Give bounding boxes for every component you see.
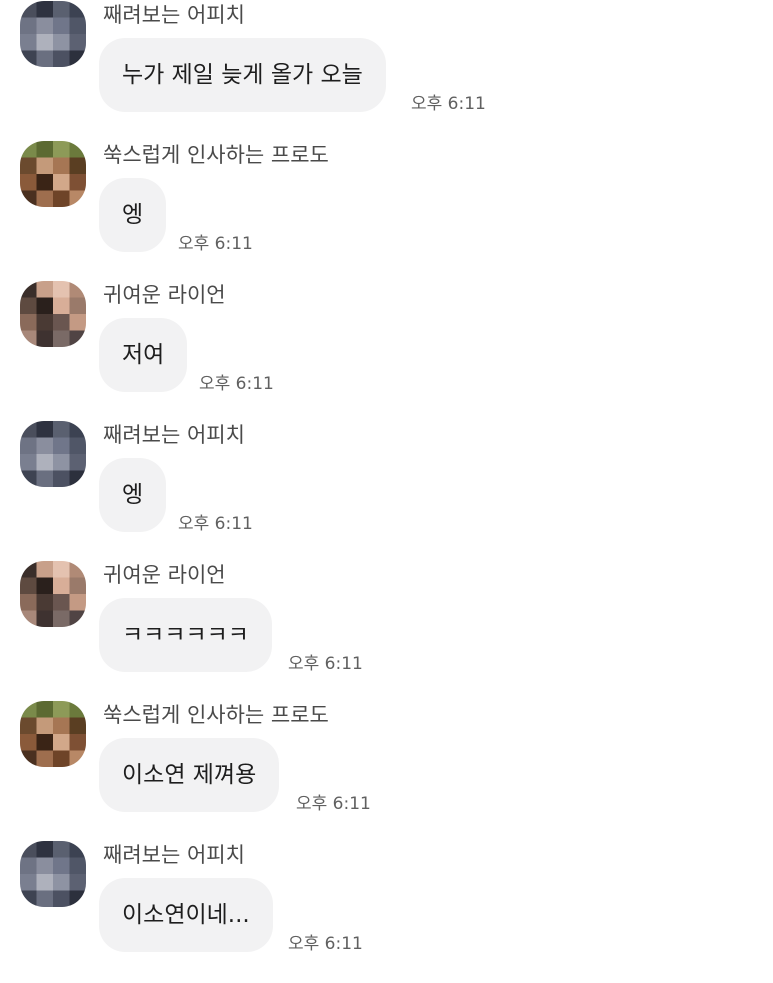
message-bubble[interactable]: 엥 — [99, 458, 167, 532]
sender-name: 째려보는 어피치 — [103, 423, 245, 447]
peach-avatar-icon[interactable] — [20, 1, 86, 67]
message-timestamp: 오후 6:11 — [288, 934, 363, 954]
peach-avatar-icon[interactable] — [20, 841, 86, 907]
peach-avatar-icon[interactable] — [20, 421, 86, 487]
message-bubble[interactable]: 이소연이네... — [99, 878, 273, 952]
sender-name: 째려보는 어피치 — [103, 3, 245, 27]
chat-message: 째려보는 어피치 이소연이네... 오후 6:11 — [0, 840, 773, 970]
sender-name: 쑥스럽게 인사하는 프로도 — [103, 703, 329, 727]
message-bubble[interactable]: ㅋㅋㅋㅋㅋㅋ — [99, 598, 272, 672]
sender-name: 귀여운 라이언 — [103, 563, 226, 587]
chat-message: 귀여운 라이언 저여 오후 6:11 — [0, 280, 773, 410]
message-timestamp: 오후 6:11 — [296, 794, 371, 814]
ryan-avatar-icon[interactable] — [20, 561, 86, 627]
message-timestamp: 오후 6:11 — [411, 94, 486, 114]
message-bubble[interactable]: 엥 — [99, 178, 167, 252]
frodo-avatar-icon[interactable] — [20, 141, 86, 207]
chat-message: 째려보는 어피치 엥 오후 6:11 — [0, 420, 773, 550]
chat-message: 째려보는 어피치 누가 제일 늦게 올가 오늘 오후 6:11 — [0, 0, 773, 130]
chat-message: 쑥스럽게 인사하는 프로도 이소연 제껴용 오후 6:11 — [0, 700, 773, 830]
frodo-avatar-icon[interactable] — [20, 701, 86, 767]
chat-message: 귀여운 라이언 ㅋㅋㅋㅋㅋㅋ 오후 6:11 — [0, 560, 773, 690]
ryan-avatar-icon[interactable] — [20, 281, 86, 347]
message-bubble[interactable]: 누가 제일 늦게 올가 오늘 — [99, 38, 386, 112]
chat-message: 쑥스럽게 인사하는 프로도 엥 오후 6:11 — [0, 140, 773, 270]
chat-message-list: 째려보는 어피치 누가 제일 늦게 올가 오늘 오후 6:11 쑥스럽게 인사하… — [0, 0, 773, 983]
sender-name: 쑥스럽게 인사하는 프로도 — [103, 143, 329, 167]
message-timestamp: 오후 6:11 — [199, 374, 274, 394]
message-timestamp: 오후 6:11 — [178, 234, 253, 254]
sender-name: 귀여운 라이언 — [103, 283, 226, 307]
sender-name: 째려보는 어피치 — [103, 843, 245, 867]
message-bubble[interactable]: 저여 — [99, 318, 188, 392]
message-timestamp: 오후 6:11 — [288, 654, 363, 674]
message-timestamp: 오후 6:11 — [178, 514, 253, 534]
message-bubble[interactable]: 이소연 제껴용 — [99, 738, 280, 812]
